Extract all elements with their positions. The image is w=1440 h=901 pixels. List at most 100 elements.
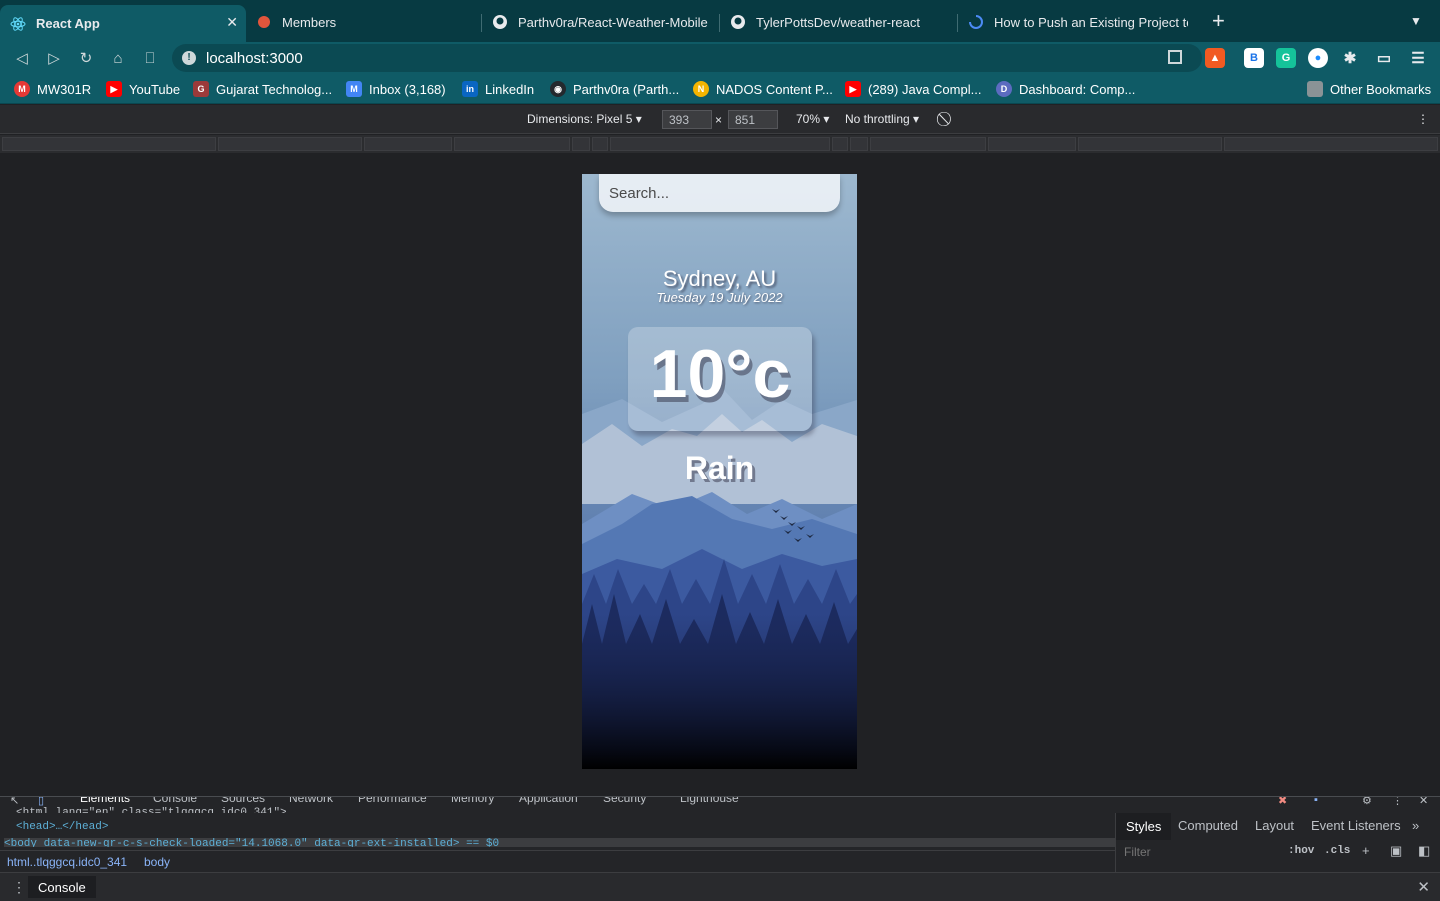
- bookmark-java-compl[interactable]: ▶ (289) Java Compl...: [845, 81, 981, 97]
- breadcrumb-body[interactable]: body: [144, 855, 170, 869]
- extensions-puzzle-icon[interactable]: ✱: [1340, 48, 1360, 68]
- bookmark-youtube[interactable]: ▶ YouTube: [106, 81, 180, 97]
- reload-icon[interactable]: ↻: [76, 48, 96, 68]
- devtools-drawer: ⋮ Console ✕: [0, 872, 1440, 901]
- new-tab-button[interactable]: +: [1212, 10, 1225, 32]
- dashboard-icon: D: [996, 81, 1012, 97]
- tab-styles[interactable]: Styles: [1116, 813, 1172, 840]
- bookmark-label: NADOS Content P...: [716, 81, 833, 97]
- dimensions-select[interactable]: Dimensions: Pixel 5 ▾: [527, 112, 642, 126]
- tab-github-weather-mobile[interactable]: Parthv0ra/React-Weather-Mobile-w: [482, 6, 718, 38]
- zoom-select[interactable]: 70% ▾: [796, 112, 829, 126]
- bookmark-label: Parthv0ra (Parth...: [573, 81, 680, 97]
- extension-b-icon[interactable]: B: [1244, 48, 1264, 68]
- tab-github-weather-react[interactable]: TylerPottsDev/weather-react: [720, 6, 956, 38]
- dom-line-html[interactable]: <html lang="en" class="tlqggcq idc0_341"…: [16, 807, 287, 813]
- device-toggle-icon[interactable]: ▯: [38, 797, 50, 807]
- paint-brush-icon[interactable]: ▣: [1390, 843, 1402, 859]
- wallet-icon[interactable]: ▭: [1374, 48, 1394, 68]
- bookmark-dashboard[interactable]: D Dashboard: Comp...: [996, 81, 1135, 97]
- menu-icon[interactable]: ☰: [1408, 48, 1428, 68]
- devtools-tab-memory[interactable]: Memory: [451, 797, 494, 805]
- search-input[interactable]: [599, 174, 840, 212]
- media-query-ruler[interactable]: [0, 135, 1440, 153]
- brave-shields-icon[interactable]: ▲: [1205, 48, 1225, 68]
- youtube-icon: ▶: [106, 81, 122, 97]
- close-drawer-icon[interactable]: ✕: [1417, 878, 1430, 896]
- bookmark-gujarat-technolog[interactable]: G Gujarat Technolog...: [193, 81, 332, 97]
- bookmark-label: YouTube: [129, 81, 181, 97]
- url-text: localhost:3000: [206, 50, 303, 67]
- toggle-sidebar-icon[interactable]: ◧: [1418, 843, 1430, 859]
- cls-toggle[interactable]: .cls: [1324, 845, 1350, 857]
- bookmark-icon[interactable]: ⎕: [140, 48, 160, 68]
- extension-round-icon[interactable]: ●: [1308, 48, 1328, 68]
- breadcrumb-html[interactable]: html..tlqggcq.idc0_341: [7, 855, 127, 869]
- bookmark-nados[interactable]: N NADOS Content P...: [693, 81, 833, 97]
- dom-line-head[interactable]: <head>…</head>: [16, 821, 108, 833]
- settings-gear-icon[interactable]: ⚙: [1362, 797, 1374, 807]
- width-input[interactable]: [662, 110, 712, 129]
- tab-computed[interactable]: Computed: [1178, 818, 1238, 833]
- forward-icon[interactable]: ▷: [44, 48, 64, 68]
- height-input[interactable]: [728, 110, 778, 129]
- back-icon[interactable]: ◁: [12, 48, 32, 68]
- chevron-down-icon[interactable]: ▼: [1410, 14, 1422, 28]
- date-label: Tuesday 19 July 2022: [656, 290, 783, 305]
- grammarly-icon[interactable]: G: [1276, 48, 1296, 68]
- tab-event-listeners[interactable]: Event Listeners: [1311, 818, 1401, 833]
- other-bookmarks[interactable]: Other Bookmarks: [1307, 81, 1431, 97]
- members-icon: [256, 14, 272, 30]
- home-icon[interactable]: ⌂: [108, 48, 128, 68]
- devtools-tab-sources[interactable]: Sources: [221, 797, 265, 805]
- device-viewport: Sydney, AU Tuesday 19 July 2022 10°c Rai…: [0, 153, 1440, 796]
- qr-code-icon[interactable]: [1168, 50, 1182, 64]
- tab-react-app[interactable]: React App ✕: [0, 5, 246, 42]
- tab-members[interactable]: Members: [246, 6, 480, 38]
- close-icon[interactable]: ✕: [226, 14, 238, 31]
- github-icon: [492, 14, 508, 30]
- body-tag: <body data-new-gr-c-s-check-loaded="14.1…: [4, 838, 500, 847]
- issues-count-icon[interactable]: ▪: [1314, 797, 1326, 806]
- more-options-icon[interactable]: ⋮: [1417, 112, 1429, 126]
- drawer-tab-console[interactable]: Console: [28, 876, 96, 898]
- devtools-tab-network[interactable]: Network: [289, 797, 333, 805]
- tab-push-existing-project[interactable]: How to Push an Existing Project to: [958, 6, 1198, 38]
- styles-filter-input[interactable]: [1116, 841, 1276, 863]
- styles-pane: Styles Computed Layout Event Listeners »…: [1115, 813, 1440, 873]
- devtools-tab-security[interactable]: Security: [603, 797, 646, 805]
- error-count-icon[interactable]: ✖: [1278, 797, 1290, 807]
- times-label: ×: [715, 113, 723, 127]
- youtube-icon: ▶: [845, 81, 861, 97]
- temperature-value: 10°c: [649, 336, 791, 412]
- react-icon: [10, 16, 26, 32]
- tab-title: TylerPottsDev/weather-react: [756, 14, 921, 30]
- head-tag: <head>…</head>: [16, 821, 109, 833]
- bookmark-inbox[interactable]: M Inbox (3,168): [346, 81, 446, 97]
- devtools-tab-elements[interactable]: Elements: [80, 797, 130, 805]
- gmail-icon: M: [346, 81, 362, 97]
- hov-toggle[interactable]: :hov: [1288, 845, 1314, 857]
- other-bookmarks-label: Other Bookmarks: [1330, 81, 1432, 97]
- bookmark-label: Inbox (3,168): [369, 81, 446, 97]
- devtools-tab-console[interactable]: Console: [153, 797, 197, 805]
- dom-line-body[interactable]: <body data-new-gr-c-s-check-loaded="14.1…: [4, 838, 1115, 847]
- tab-layout[interactable]: Layout: [1255, 818, 1294, 833]
- close-devtools-icon[interactable]: ✕: [1419, 797, 1431, 807]
- site-info-icon[interactable]: !: [182, 51, 196, 65]
- devtools-tab-lighthouse[interactable]: Lighthouse: [680, 797, 739, 805]
- tab-title: Members: [282, 14, 337, 30]
- chevron-right-icon[interactable]: »: [1412, 818, 1419, 833]
- throttling-select[interactable]: No throttling ▾: [845, 112, 919, 126]
- bookmark-mw301r[interactable]: M MW301R: [14, 81, 91, 97]
- devtools-tab-application[interactable]: Application: [519, 797, 578, 805]
- address-bar[interactable]: ! localhost:3000: [172, 44, 1202, 72]
- drawer-menu-icon[interactable]: ⋮: [12, 879, 26, 896]
- bookmark-linkedin[interactable]: in LinkedIn: [462, 81, 534, 97]
- bookmark-parthv0ra[interactable]: ◉ Parthv0ra (Parth...: [550, 81, 679, 97]
- add-rule-icon[interactable]: +: [1362, 843, 1370, 858]
- inspect-element-icon[interactable]: ↖: [10, 797, 22, 807]
- devtools-tab-performance[interactable]: Performance: [358, 797, 427, 805]
- bookmark-label: LinkedIn: [485, 81, 535, 97]
- more-options-icon[interactable]: ⋮: [1392, 797, 1404, 807]
